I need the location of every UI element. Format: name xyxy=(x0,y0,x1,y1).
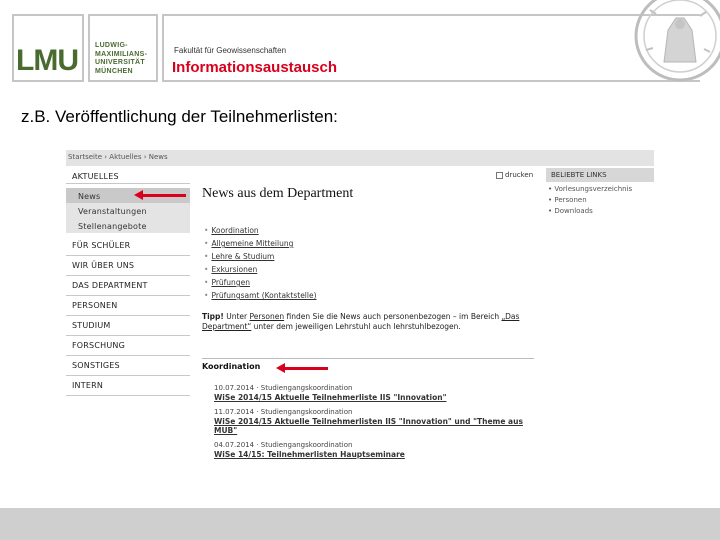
university-name-line: MÜNCHEN xyxy=(95,67,133,75)
section-divider xyxy=(202,358,534,359)
news-entry-meta: 10.07.2014 · Studiengangskoordination xyxy=(214,384,353,392)
tip-link-personen[interactable]: Personen xyxy=(250,312,285,321)
news-category-list: • Koordination • Allgemeine Mitteilung • Le… xyxy=(204,224,317,302)
lmu-logo-text: LMU xyxy=(16,44,79,77)
nav-item-veranstaltungen[interactable]: Veranstaltungen xyxy=(66,203,190,218)
breadcrumb-bar: Startseite › Aktuelles › News xyxy=(66,150,654,166)
arrow-left-icon xyxy=(276,363,328,373)
news-entry: 04.07.2014 · Studiengangskoordination Wi… xyxy=(214,441,534,459)
website-screenshot: Startseite › Aktuelles › News AKTUELLES … xyxy=(66,150,654,492)
slide: LMU LUDWIG- MAXIMILIANS- UNIVERSITÄT MÜN… xyxy=(0,0,720,540)
news-entry: 10.07.2014 · Studiengangskoordination Wi… xyxy=(214,384,534,402)
nav-item-das-department[interactable]: DAS DEPARTMENT xyxy=(66,277,190,296)
bullet-icon: • xyxy=(204,291,209,300)
news-entry: 11.07.2014 · Studiengangskoordination Wi… xyxy=(214,408,534,435)
nav-item-wir-ueber-uns[interactable]: WIR ÜBER UNS xyxy=(66,257,190,276)
news-category-link[interactable]: • Prüfungen xyxy=(204,276,317,289)
bullet-icon: • xyxy=(204,265,209,274)
popular-links-heading: BELIEBTE LINKS xyxy=(546,168,654,182)
page-title: News aus dem Department xyxy=(202,186,354,201)
nav-item-stellenangebote[interactable]: Stellenangebote xyxy=(66,218,190,233)
news-category-link[interactable]: • Lehre & Studium xyxy=(204,250,317,263)
news-entry-link[interactable]: WiSe 14/15: Teilnehmerlisten Hauptsemina… xyxy=(214,450,534,459)
faculty-name: Fakultät für Geowissenschaften xyxy=(174,46,287,55)
nav-item-intern[interactable]: INTERN xyxy=(66,377,190,396)
popular-links-list: • Vorlesungsverzeichnis • Personen • Dow… xyxy=(548,184,632,217)
nav-item-personen[interactable]: PERSONEN xyxy=(66,297,190,316)
nav-item-studium[interactable]: STUDIUM xyxy=(66,317,190,336)
print-label: drucken xyxy=(505,171,534,179)
university-name-box: LUDWIG- MAXIMILIANS- UNIVERSITÄT MÜNCHEN xyxy=(88,14,158,82)
university-seal-icon xyxy=(634,0,720,82)
bullet-icon: • xyxy=(204,252,209,261)
news-category-link[interactable]: • Koordination xyxy=(204,224,317,237)
print-button[interactable]: drucken xyxy=(496,171,533,179)
news-category-link[interactable]: • Prüfungsamt (Kontaktstelle) xyxy=(204,289,317,302)
slide-headline: z.B. Veröffentlichung der Teilnehmerlist… xyxy=(21,107,338,126)
arrow-left-icon xyxy=(134,190,186,200)
university-name-line: UNIVERSITÄT xyxy=(95,59,145,66)
news-entry-link[interactable]: WiSe 2014/15 Aktuelle Teilnehmerlisten I… xyxy=(214,417,534,435)
popular-link[interactable]: • Vorlesungsverzeichnis xyxy=(548,184,632,195)
tip-text: Tipp! Unter Personen finden Sie die News… xyxy=(202,312,520,331)
news-entry-meta: 11.07.2014 · Studiengangskoordination xyxy=(214,408,353,416)
nav-item-forschung[interactable]: FORSCHUNG xyxy=(66,337,190,356)
bullet-icon: • xyxy=(204,278,209,287)
nav-item-aktuelles[interactable]: AKTUELLES xyxy=(66,168,190,184)
news-category-link[interactable]: • Exkursionen xyxy=(204,263,317,276)
university-name-line: MAXIMILIANS- xyxy=(95,50,148,58)
news-entry-list: 10.07.2014 · Studiengangskoordination Wi… xyxy=(214,384,534,465)
nav-item-fuer-schueler[interactable]: FÜR SCHÜLER xyxy=(66,237,190,256)
footer-bar xyxy=(0,508,720,540)
popular-link[interactable]: • Personen xyxy=(548,195,632,206)
news-category-link[interactable]: • Allgemeine Mitteilung xyxy=(204,237,317,250)
bullet-icon: • xyxy=(204,226,209,235)
popular-link[interactable]: • Downloads xyxy=(548,206,632,217)
bullet-icon: • xyxy=(204,239,209,248)
breadcrumb[interactable]: Startseite › Aktuelles › News xyxy=(68,153,168,161)
news-entry-link[interactable]: WiSe 2014/15 Aktuelle Teilnehmerliste II… xyxy=(214,393,534,402)
section-heading: Koordination xyxy=(202,362,261,371)
print-icon xyxy=(496,171,503,179)
lmu-logo[interactable]: LMU xyxy=(12,14,84,82)
university-name-line: LUDWIG- xyxy=(95,42,128,49)
news-entry-meta: 04.07.2014 · Studiengangskoordination xyxy=(214,441,353,449)
nav-item-sonstiges[interactable]: SONSTIGES xyxy=(66,357,190,376)
slide-title: Informationsaustausch xyxy=(172,59,338,76)
